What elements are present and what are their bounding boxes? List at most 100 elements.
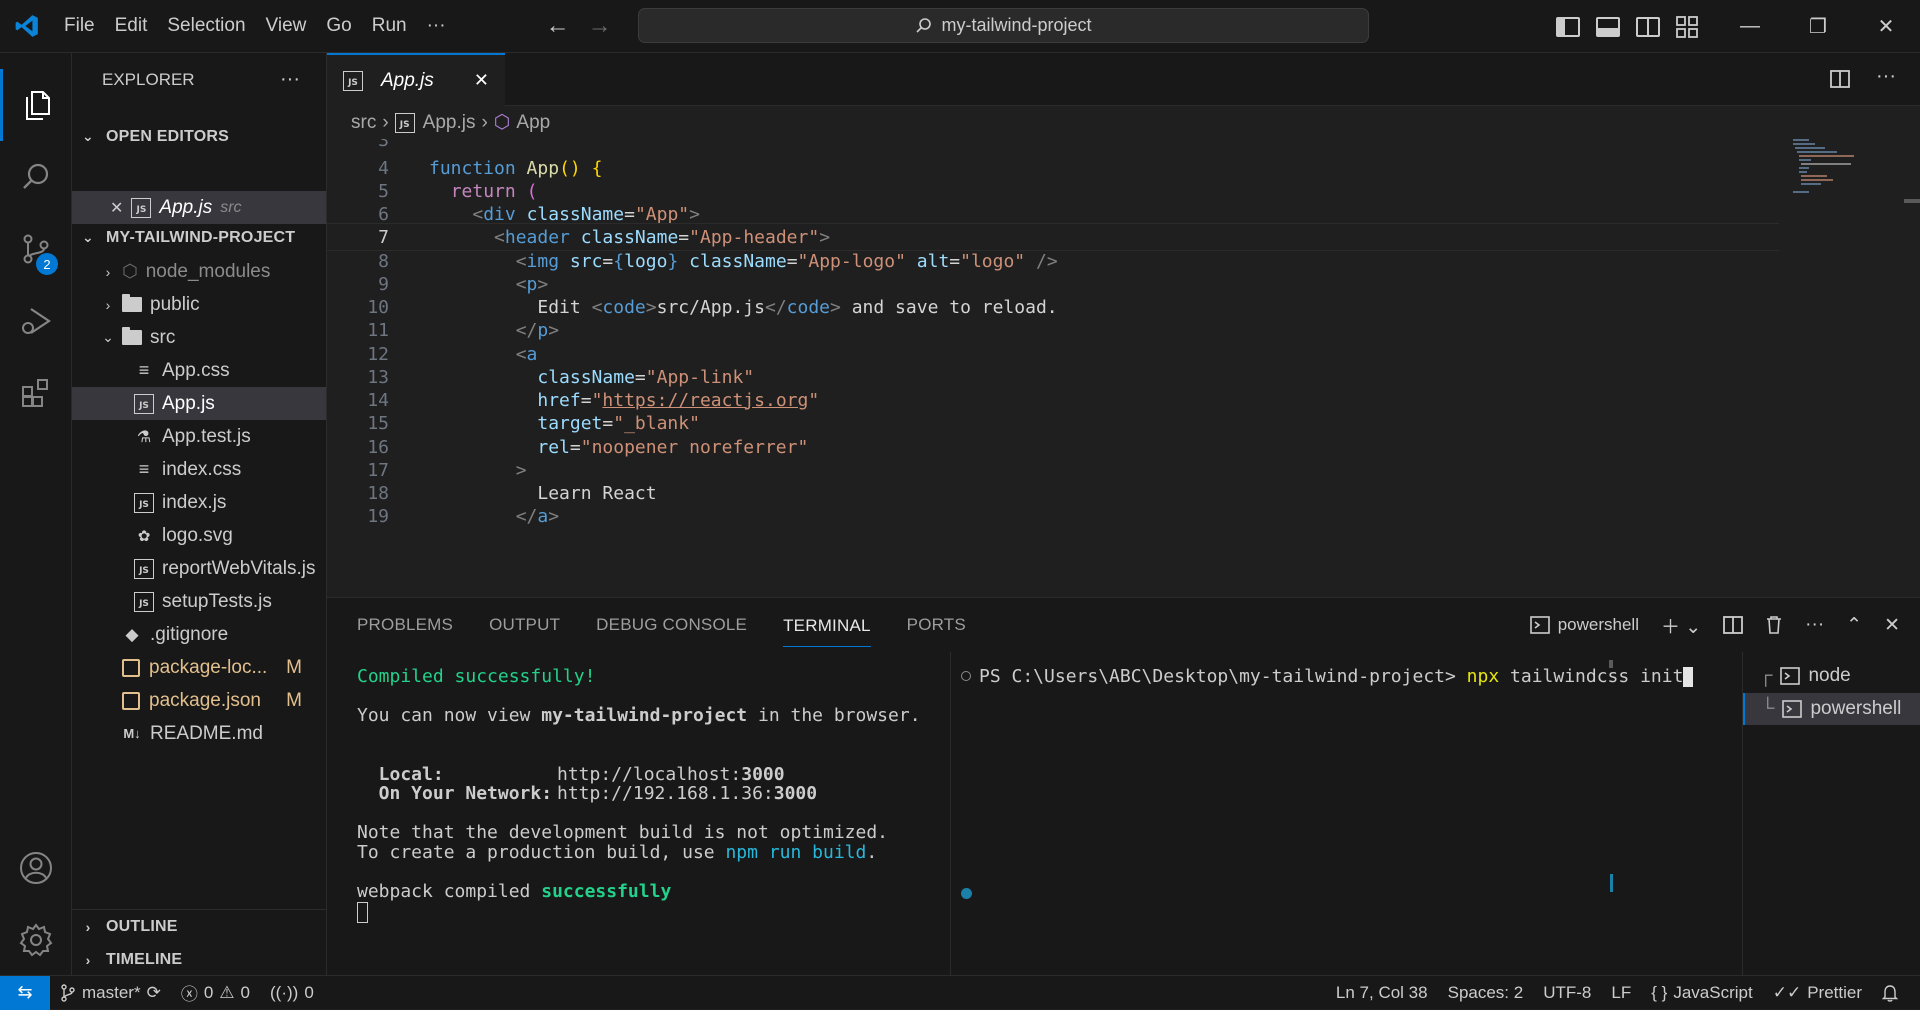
toggle-secondary-sidebar-icon[interactable] xyxy=(1636,16,1660,37)
close-icon[interactable]: ✕ xyxy=(110,198,123,218)
tab-problems[interactable]: PROBLEMS xyxy=(327,598,471,652)
eol-setting[interactable]: LF xyxy=(1601,976,1641,1010)
explorer-icon[interactable] xyxy=(0,69,72,141)
folder-icon xyxy=(122,294,142,312)
breadcrumb-src[interactable]: src xyxy=(351,112,376,134)
explorer-more-button[interactable]: ··· xyxy=(280,63,300,96)
tree-label: App.js xyxy=(162,392,215,414)
extensions-icon[interactable] xyxy=(0,357,72,429)
toggle-panel-icon[interactable] xyxy=(1596,16,1620,37)
tree-item-node-modules[interactable]: › ⬡ node_modules xyxy=(72,255,326,288)
css-file-icon: ≡ xyxy=(138,459,150,479)
terminal-node[interactable]: Compiled successfully! You can now view … xyxy=(327,652,949,976)
close-window-button[interactable]: ✕ xyxy=(1852,0,1920,53)
restore-button[interactable]: ❐ xyxy=(1784,0,1852,53)
tree-item-package-json[interactable]: package.json M xyxy=(72,684,326,717)
encoding-setting[interactable]: UTF-8 xyxy=(1533,976,1601,1010)
search-icon[interactable] xyxy=(0,141,72,213)
trash-icon[interactable] xyxy=(1765,615,1783,635)
project-label: MY-TAILWIND-PROJECT xyxy=(106,228,296,246)
breadcrumb-symbol[interactable]: App xyxy=(516,112,550,134)
css-file-icon: ≡ xyxy=(138,360,150,380)
tree-item-logo-svg[interactable]: ✿ logo.svg xyxy=(72,519,326,552)
tree-item-app-css[interactable]: ≡ App.css xyxy=(72,354,326,387)
code-editor[interactable]: 3 4 function App() { 5 return ( 6 <div cl… xyxy=(327,139,1920,597)
command-center-search[interactable]: my-tailwind-project xyxy=(638,8,1369,43)
menu-selection[interactable]: Selection xyxy=(157,0,255,53)
tree-item-app-test-js[interactable]: ⚗ App.test.js xyxy=(72,420,326,453)
branch-indicator[interactable]: master* ⟳ xyxy=(50,976,171,1010)
source-control-icon[interactable]: 2 xyxy=(0,213,72,285)
close-tab-icon[interactable]: ✕ xyxy=(474,70,489,91)
split-terminal-icon[interactable] xyxy=(1723,615,1744,635)
minimize-button[interactable]: — xyxy=(1716,0,1784,53)
tree-item-index-css[interactable]: ≡ index.css xyxy=(72,453,326,486)
back-arrow-icon[interactable]: ← xyxy=(546,12,570,40)
tree-item-report-web-vitals[interactable]: JS reportWebVitals.js xyxy=(72,552,326,585)
error-icon: ⓧ xyxy=(180,985,198,1004)
menu-edit[interactable]: Edit xyxy=(105,0,158,53)
tab-ports[interactable]: PORTS xyxy=(889,598,984,652)
menu-more-button[interactable]: ··· xyxy=(417,0,456,53)
outline-header[interactable]: › OUTLINE xyxy=(72,910,326,943)
menu-run[interactable]: Run xyxy=(362,0,417,53)
maximize-panel-icon[interactable]: ⌃ xyxy=(1846,614,1862,637)
tab-app-js[interactable]: JS App.js ✕ xyxy=(327,53,505,106)
cursor-position[interactable]: Ln 7, Col 38 xyxy=(1326,976,1438,1010)
terminal-list-item-powershell[interactable]: └ powershell xyxy=(1743,693,1920,725)
tree-item-setup-tests[interactable]: JS setupTests.js xyxy=(72,585,326,618)
editor-more-button[interactable]: ··· xyxy=(1876,65,1896,88)
timeline-label: TIMELINE xyxy=(106,950,183,968)
prettier-status[interactable]: ✓✓ Prettier xyxy=(1763,976,1872,1010)
tab-terminal[interactable]: TERMINAL xyxy=(765,598,889,652)
menu-go[interactable]: Go xyxy=(316,0,361,53)
tree-item-src[interactable]: ⌄ src xyxy=(72,321,326,354)
tab-debug-console[interactable]: DEBUG CONSOLE xyxy=(578,598,765,652)
menu-view[interactable]: View xyxy=(256,0,317,53)
tree-item-public[interactable]: › public xyxy=(72,288,326,321)
editor-scrollbar-thumb[interactable] xyxy=(1904,199,1920,203)
panel-more-icon[interactable]: ··· xyxy=(1805,614,1824,636)
terminal-scrollbar[interactable] xyxy=(1609,660,1613,668)
minimap[interactable] xyxy=(1785,139,1900,597)
note-line-1: Note that the development build is not o… xyxy=(357,822,889,843)
notifications-bell-icon[interactable] xyxy=(1872,976,1908,1010)
sync-icon[interactable]: ⟳ xyxy=(147,983,161,1003)
indentation-setting[interactable]: Spaces: 2 xyxy=(1438,976,1534,1010)
timeline-header[interactable]: › TIMELINE xyxy=(72,943,326,976)
chevron-down-icon: ⌄ xyxy=(82,128,94,144)
forward-arrow-icon[interactable]: → xyxy=(588,12,612,40)
menu-file[interactable]: File xyxy=(54,0,105,53)
open-editor-item[interactable]: ✕ JS App.js src xyxy=(72,191,326,224)
tab-output[interactable]: OUTPUT xyxy=(471,598,578,652)
node-folder-icon: ⬡ xyxy=(122,261,138,281)
breadcrumb-file[interactable]: App.js xyxy=(423,112,476,134)
tree-item-gitignore[interactable]: ◆ .gitignore xyxy=(72,618,326,651)
tree-item-package-lock[interactable]: package-loc... M xyxy=(72,651,326,684)
toggle-primary-sidebar-icon[interactable] xyxy=(1556,16,1580,37)
open-editor-name: App.js xyxy=(159,196,213,218)
tab-label: OUTPUT xyxy=(489,615,561,634)
double-check-icon: ✓✓ xyxy=(1772,983,1802,1002)
close-panel-icon[interactable]: ✕ xyxy=(1884,614,1900,637)
ports-indicator[interactable]: ((·)) 0 xyxy=(260,976,324,1010)
customize-layout-icon[interactable] xyxy=(1676,15,1698,38)
tree-item-app-js[interactable]: JS App.js xyxy=(72,387,326,420)
open-editors-header[interactable]: ⌄ OPEN EDITORS xyxy=(72,120,326,153)
terminal-list-item-node[interactable]: ┌ node xyxy=(1743,660,1920,692)
run-debug-icon[interactable] xyxy=(0,285,72,357)
split-editor-icon[interactable] xyxy=(1830,69,1850,89)
terminal-powershell[interactable]: PS C:\Users\ABC\Desktop\my-tailwind-proj… xyxy=(951,652,1694,976)
tree-item-index-js[interactable]: JS index.js xyxy=(72,486,326,519)
project-header[interactable]: ⌄ MY-TAILWIND-PROJECT xyxy=(72,221,326,254)
problems-indicator[interactable]: ⓧ 0 ⚠ 0 xyxy=(171,976,260,1010)
chevron-right-icon: › xyxy=(85,951,91,968)
account-icon[interactable] xyxy=(0,832,72,904)
new-terminal-icon[interactable]: ＋ ⌄ xyxy=(1661,612,1701,639)
remote-indicator-icon[interactable]: ⇆ xyxy=(0,975,50,1010)
terminal-scroll-marker xyxy=(1610,874,1613,892)
language-mode[interactable]: { } JavaScript xyxy=(1641,976,1762,1010)
terminal-shell-selector[interactable]: powershell xyxy=(1529,615,1639,635)
settings-gear-icon[interactable] xyxy=(0,904,72,976)
tree-item-readme[interactable]: M↓ README.md xyxy=(72,717,326,750)
